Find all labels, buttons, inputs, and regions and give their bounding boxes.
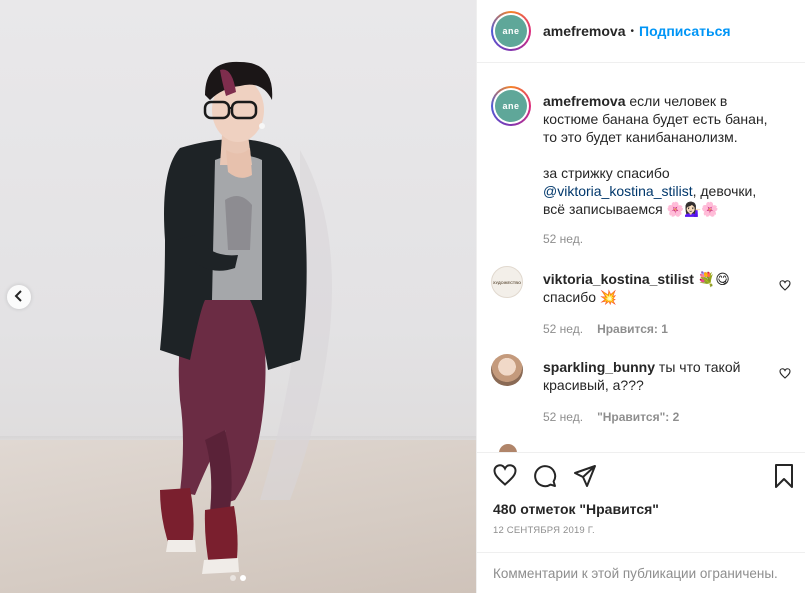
save-button[interactable] <box>773 464 795 491</box>
caption-author-avatar[interactable]: ane <box>491 86 531 126</box>
comment-likes[interactable]: Нравится: 1 <box>597 322 668 336</box>
chevron-left-icon <box>14 289 24 305</box>
post-header: ane amefremova • Подписаться <box>477 0 805 63</box>
heart-icon <box>779 366 791 382</box>
comment-text: спасибо 💥 <box>543 289 618 305</box>
heart-icon <box>493 464 517 489</box>
bookmark-icon <box>773 464 795 491</box>
author-avatar[interactable]: ane <box>491 11 531 51</box>
post-actions: 480 отметок "Нравится" 12 СЕНТЯБРЯ 2019 … <box>477 452 805 552</box>
person-illustration <box>160 61 332 574</box>
author-username[interactable]: amefremova <box>543 23 626 39</box>
comments-list[interactable]: ane amefremova если человек в костюме ба… <box>477 64 805 452</box>
commenter-avatar[interactable]: ХУДОЖЕСТВО <box>491 266 523 298</box>
carousel-dot-active <box>240 575 246 581</box>
caption-mention-link[interactable]: @viktoria_kostina_stilist <box>543 183 693 199</box>
carousel-prev-button[interactable] <box>7 285 31 309</box>
comment-time[interactable]: 52 нед. <box>543 410 583 424</box>
comment-like-button[interactable] <box>779 278 791 294</box>
commenter-username[interactable]: viktoria_kostina_stilist <box>543 271 694 287</box>
comment-like-button[interactable] <box>779 366 791 382</box>
share-button[interactable] <box>573 464 597 491</box>
commenter-avatar[interactable] <box>491 354 523 386</box>
comment-bubble-icon <box>533 465 557 491</box>
comment-button[interactable] <box>533 464 557 491</box>
follow-button[interactable]: Подписаться <box>639 23 731 39</box>
comments-restricted-notice: Комментарии к этой публикации ограничены… <box>477 552 805 593</box>
comment-likes[interactable]: "Нравится": 2 <box>597 410 679 424</box>
caption-time[interactable]: 52 нед. <box>543 232 583 246</box>
carousel-dot <box>230 575 236 581</box>
caption-thanks: за стрижку спасибо <box>543 165 670 181</box>
caption-username[interactable]: amefremova <box>543 93 626 109</box>
comment-meta: 52 нед. "Нравится": 2 <box>543 410 679 424</box>
post-photo[interactable] <box>0 0 476 593</box>
commenter-avatar-partial <box>499 444 517 452</box>
post-sidebar: ane amefremova • Подписаться ane amefrem… <box>476 0 805 593</box>
post-date[interactable]: 12 СЕНТЯБРЯ 2019 Г. <box>493 525 595 536</box>
heart-icon <box>779 278 791 294</box>
comment-meta: 52 нед. Нравится: 1 <box>543 322 668 336</box>
carousel-indicator <box>0 575 476 581</box>
paper-plane-icon <box>573 465 597 491</box>
like-button[interactable] <box>493 464 517 489</box>
likes-count[interactable]: 480 отметок "Нравится" <box>493 501 659 517</box>
author-avatar-logo: ane <box>495 15 527 47</box>
commenter-username[interactable]: sparkling_bunny <box>543 359 655 375</box>
comment-time[interactable]: 52 нед. <box>543 322 583 336</box>
separator-dot: • <box>630 25 635 37</box>
